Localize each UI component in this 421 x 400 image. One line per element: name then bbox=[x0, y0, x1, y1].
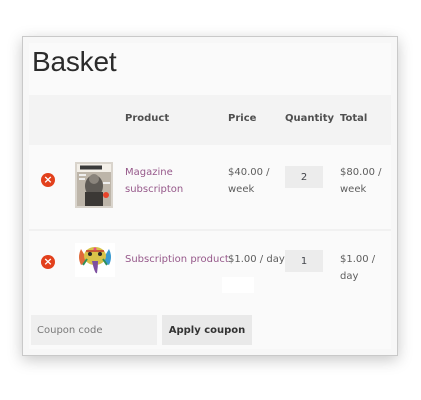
blank-patch bbox=[222, 277, 254, 293]
total-cell: $80.00 / week bbox=[340, 164, 382, 198]
product-name-line1: Magazine bbox=[125, 167, 173, 178]
coupon-section: Apply coupon bbox=[29, 311, 391, 349]
total-line2: week bbox=[340, 184, 367, 195]
quantity-input[interactable] bbox=[285, 166, 323, 188]
table-row: × Magazine subscripton $40.00 / week 2 $… bbox=[29, 147, 391, 229]
price-cell: $1.00 / day bbox=[228, 254, 285, 265]
quantity-input[interactable] bbox=[285, 250, 323, 272]
header-product: Product bbox=[125, 113, 170, 124]
magazine-thumbnail[interactable] bbox=[75, 162, 113, 208]
product-link-subscription[interactable]: Subscription product bbox=[125, 251, 229, 268]
remove-item-icon[interactable]: × bbox=[41, 173, 55, 187]
basket-content: Basket Product Price Quantity Total × Ma… bbox=[29, 43, 391, 349]
total-line1: $80.00 / bbox=[340, 167, 382, 178]
price-cell: $40.00 / week bbox=[228, 164, 270, 198]
coupon-code-input[interactable] bbox=[31, 315, 157, 345]
page-title: Basket bbox=[32, 46, 117, 77]
header-quantity: Quantity bbox=[285, 113, 334, 124]
product-name-line2: subscripton bbox=[125, 184, 184, 195]
apply-coupon-button[interactable]: Apply coupon bbox=[162, 315, 252, 345]
price-line2: week bbox=[228, 184, 255, 195]
header-price: Price bbox=[228, 113, 257, 124]
basket-window: Basket Product Price Quantity Total × Ma… bbox=[22, 36, 398, 356]
remove-item-icon[interactable]: × bbox=[41, 255, 55, 269]
elephant-thumbnail[interactable] bbox=[75, 243, 115, 277]
table-row: × Subscription product $1.00 / day $1.00… bbox=[29, 231, 391, 309]
header-total: Total bbox=[340, 113, 368, 124]
product-link-magazine[interactable]: Magazine subscripton bbox=[125, 164, 183, 198]
price-line1: $40.00 / bbox=[228, 167, 270, 178]
total-cell: $1.00 / day bbox=[340, 254, 376, 282]
table-header: Product Price Quantity Total bbox=[29, 95, 391, 145]
